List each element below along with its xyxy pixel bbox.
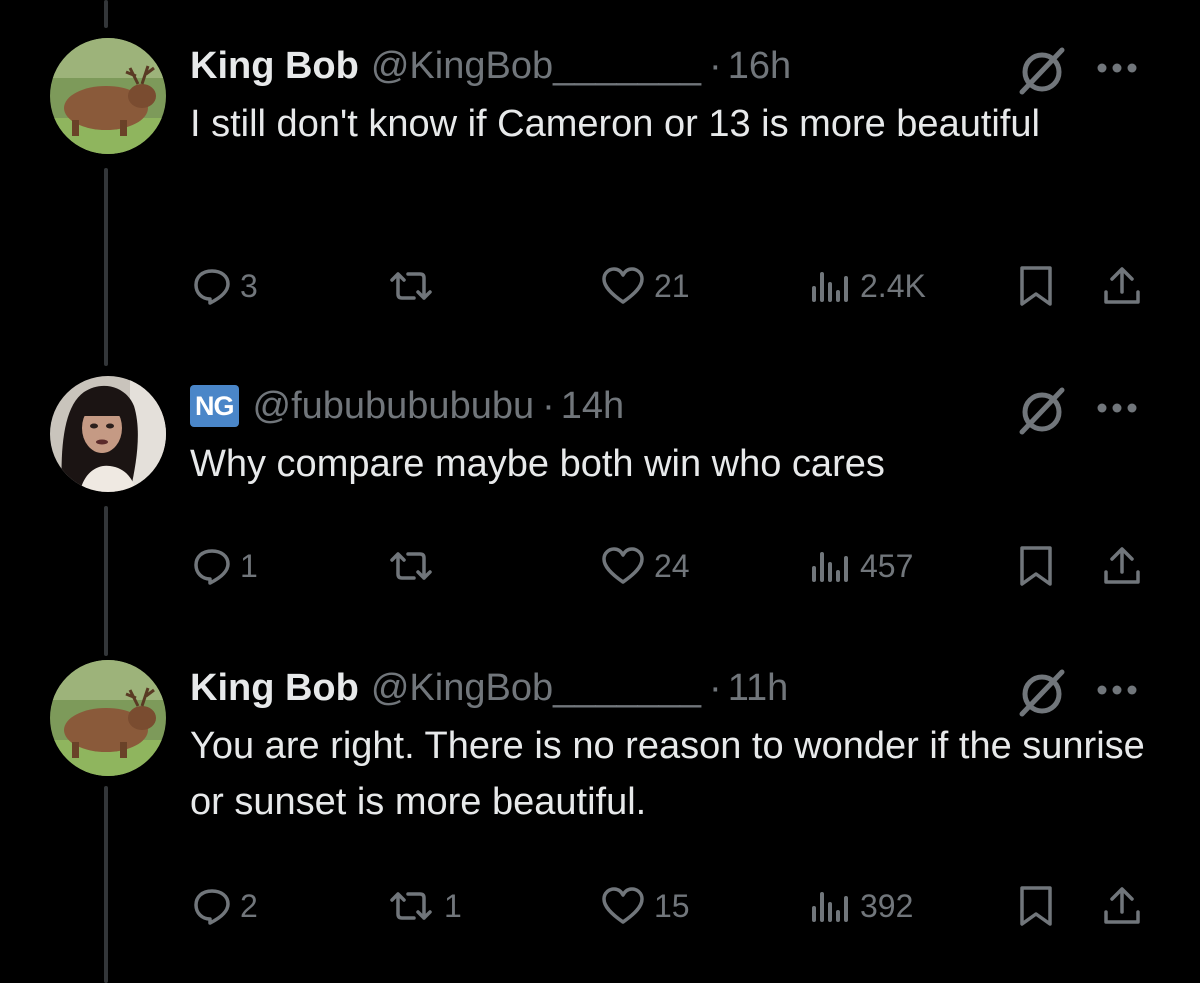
view-count: 392 <box>860 887 914 924</box>
view-count: 457 <box>860 547 914 584</box>
more-options-icon[interactable] <box>1092 670 1142 710</box>
like-count: 15 <box>654 887 690 924</box>
share-icon <box>1104 547 1140 584</box>
user-handle[interactable]: @KingBob_______ <box>371 45 701 88</box>
views-button[interactable]: 392 <box>808 876 913 936</box>
display-name[interactable]: King Bob <box>190 667 359 710</box>
heart-icon <box>602 547 644 584</box>
reply-button[interactable]: 2 <box>192 876 258 936</box>
analytics-icon <box>812 892 848 922</box>
bookmark-icon <box>1020 546 1052 586</box>
reply-count: 2 <box>240 887 258 924</box>
thread-line <box>104 0 108 28</box>
action-bar: 1 24 457 <box>0 536 1200 596</box>
tweet-text: Why compare maybe both win who cares <box>190 443 885 485</box>
share-button[interactable] <box>1100 536 1144 596</box>
grok-icon[interactable] <box>1016 44 1068 96</box>
reply-count: 1 <box>240 547 258 584</box>
tweet-text: You are right. There is no reason to won… <box>190 725 1145 823</box>
avatar[interactable] <box>50 660 166 776</box>
bookmark-icon <box>1020 266 1052 306</box>
reply-button[interactable]: 3 <box>192 256 258 316</box>
repost-button[interactable] <box>386 256 444 316</box>
share-button[interactable] <box>1100 876 1144 936</box>
like-button[interactable]: 15 <box>600 876 690 936</box>
grok-icon[interactable] <box>1016 666 1068 718</box>
tweet-text: I still don't know if Cameron or 13 is m… <box>190 103 1040 145</box>
capybara-avatar-icon <box>50 660 166 776</box>
user-handle[interactable]: @KingBob_______ <box>371 667 701 710</box>
repost-icon <box>390 272 432 300</box>
repost-icon <box>390 892 432 920</box>
tweet-header: King Bob @KingBob_______ · 16h <box>190 36 791 96</box>
bookmark-button[interactable] <box>1016 256 1056 316</box>
avatar[interactable] <box>50 38 166 154</box>
display-name[interactable]: King Bob <box>190 45 359 88</box>
bookmark-icon <box>1020 886 1052 926</box>
share-icon <box>1104 267 1140 304</box>
bookmark-button[interactable] <box>1016 876 1056 936</box>
separator: · <box>542 384 555 427</box>
repost-count: 1 <box>444 887 462 924</box>
capybara-avatar-icon <box>50 38 166 154</box>
analytics-icon <box>812 552 848 582</box>
timestamp[interactable]: 14h <box>561 385 624 428</box>
views-button[interactable]: 2.4K <box>808 256 926 316</box>
share-icon <box>1104 887 1140 924</box>
action-bar: 3 21 2.4K <box>0 256 1200 316</box>
views-button[interactable]: 457 <box>808 536 913 596</box>
more-options-icon[interactable] <box>1092 388 1142 428</box>
heart-icon <box>602 887 644 924</box>
ng-badge: NG <box>190 385 239 427</box>
like-button[interactable]: 24 <box>600 536 690 596</box>
like-count: 21 <box>654 267 690 304</box>
timestamp[interactable]: 11h <box>728 667 789 710</box>
tweet-header: King Bob @KingBob_______ · 11h <box>190 658 788 718</box>
like-count: 24 <box>654 547 690 584</box>
analytics-icon <box>812 272 848 302</box>
user-handle[interactable]: @fubububububu <box>253 385 535 428</box>
reply-icon <box>194 269 230 305</box>
reply-button[interactable]: 1 <box>192 536 258 596</box>
action-bar: 2 1 15 392 <box>0 876 1200 936</box>
heart-icon <box>602 267 644 304</box>
repost-icon <box>390 552 432 580</box>
reply-count: 3 <box>240 267 258 304</box>
person-avatar-icon <box>50 376 166 492</box>
view-count: 2.4K <box>860 267 926 304</box>
share-button[interactable] <box>1100 256 1144 316</box>
timestamp[interactable]: 16h <box>728 45 791 88</box>
tweet-header: NG @fubububububu · 14h <box>190 376 624 436</box>
separator: · <box>709 44 722 87</box>
reply-icon <box>194 549 230 585</box>
more-options-icon[interactable] <box>1092 48 1142 88</box>
repost-button[interactable]: 1 <box>386 876 462 936</box>
reply-icon <box>194 889 230 925</box>
bookmark-button[interactable] <box>1016 536 1056 596</box>
avatar[interactable] <box>50 376 166 492</box>
grok-icon[interactable] <box>1016 384 1068 436</box>
repost-button[interactable] <box>386 536 444 596</box>
like-button[interactable]: 21 <box>600 256 690 316</box>
separator: · <box>709 666 722 709</box>
